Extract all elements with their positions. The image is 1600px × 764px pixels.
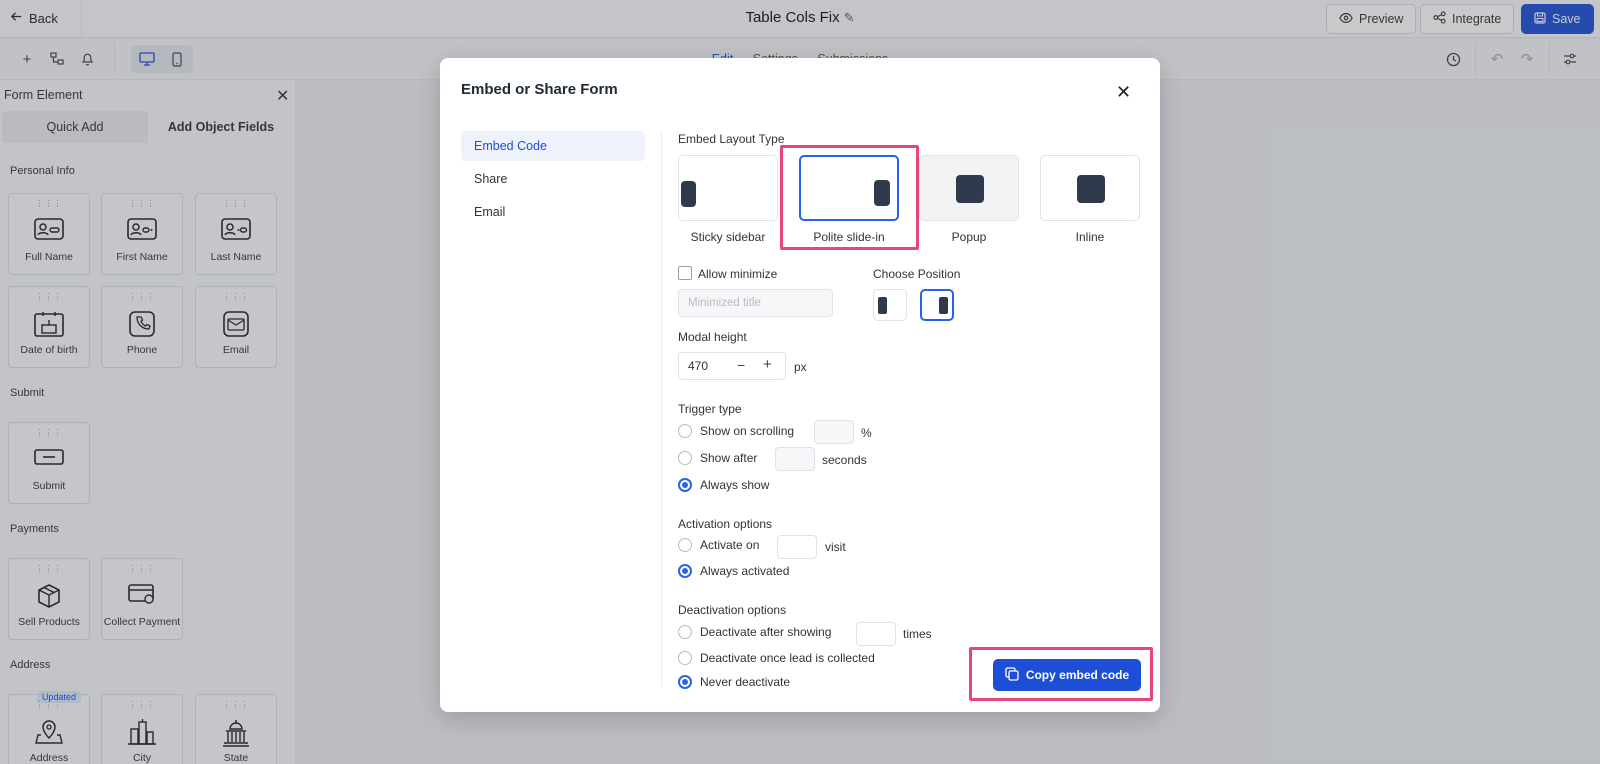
activate-on-visit-input[interactable] [777, 535, 817, 559]
radio-show-after[interactable] [678, 451, 692, 465]
radio-show-on-scrolling[interactable] [678, 424, 692, 438]
unit-label: seconds [822, 453, 867, 467]
layout-preview-block [1077, 175, 1105, 203]
modal-side-nav: Embed Code Share Email [461, 131, 645, 230]
modal-height-stepper[interactable]: 470 − + [678, 352, 786, 380]
option-label: Show on scrolling [700, 424, 795, 438]
close-icon[interactable]: ✕ [1116, 82, 1131, 103]
highlight-annotation [780, 145, 919, 250]
nav-email[interactable]: Email [461, 197, 645, 227]
layout-caption: Popup [951, 230, 987, 244]
radio-deactivate-lead-collected[interactable] [678, 651, 692, 665]
layout-preview-block [956, 175, 984, 203]
radio-deactivate-after-showing[interactable] [678, 625, 692, 639]
embed-layout-label: Embed Layout Type [678, 132, 785, 146]
plus-icon[interactable]: + [763, 356, 772, 373]
layout-option-popup[interactable] [919, 155, 1019, 221]
scroll-percent-input[interactable] [814, 420, 854, 444]
position-preview-block [878, 297, 887, 314]
allow-minimize-label: Allow minimize [698, 267, 778, 281]
option-label: Deactivate after showing [700, 625, 832, 639]
nav-share[interactable]: Share [461, 164, 645, 194]
position-preview-block [939, 297, 948, 314]
option-label: Never deactivate [700, 675, 791, 689]
highlight-annotation [969, 647, 1153, 701]
radio-activate-on[interactable] [678, 538, 692, 552]
option-label: Always activated [700, 564, 790, 578]
layout-caption: Sticky sidebar [690, 230, 766, 244]
trigger-type-label: Trigger type [678, 402, 742, 416]
option-label: Activate on [700, 538, 760, 552]
deactivate-times-input[interactable] [856, 622, 896, 646]
choose-position-label: Choose Position [873, 267, 961, 281]
modal-height-label: Modal height [678, 330, 747, 344]
option-label: Deactivate once lead is collected [700, 651, 875, 665]
minimized-title-input[interactable]: Minimized title [678, 289, 833, 317]
modal-title: Embed or Share Form [461, 81, 618, 98]
layout-option-inline[interactable] [1040, 155, 1140, 221]
radio-never-deactivate[interactable] [678, 675, 692, 689]
radio-always-activated[interactable] [678, 564, 692, 578]
layout-preview-block [681, 181, 696, 207]
modal-height-unit: px [794, 360, 807, 374]
allow-minimize-checkbox[interactable] [678, 266, 692, 280]
modal-height-value[interactable]: 470 [688, 359, 708, 373]
unit-label: times [903, 627, 932, 641]
nav-embed-code[interactable]: Embed Code [461, 131, 645, 161]
minus-icon[interactable]: − [737, 357, 745, 373]
unit-label: visit [825, 540, 846, 554]
radio-always-show[interactable] [678, 478, 692, 492]
embed-share-modal: Embed or Share Form ✕ Embed Code Share E… [440, 58, 1160, 712]
show-after-seconds-input[interactable] [775, 447, 815, 471]
layout-option-sticky-sidebar[interactable] [678, 155, 778, 221]
position-right-button[interactable] [920, 289, 954, 321]
option-label: Always show [700, 478, 770, 492]
unit-label: % [861, 426, 872, 440]
divider [661, 131, 662, 686]
deactivation-options-label: Deactivation options [678, 603, 787, 617]
activation-options-label: Activation options [678, 517, 773, 531]
option-label: Show after [700, 451, 758, 465]
layout-caption: Inline [1075, 230, 1105, 244]
position-left-button[interactable] [873, 289, 907, 321]
